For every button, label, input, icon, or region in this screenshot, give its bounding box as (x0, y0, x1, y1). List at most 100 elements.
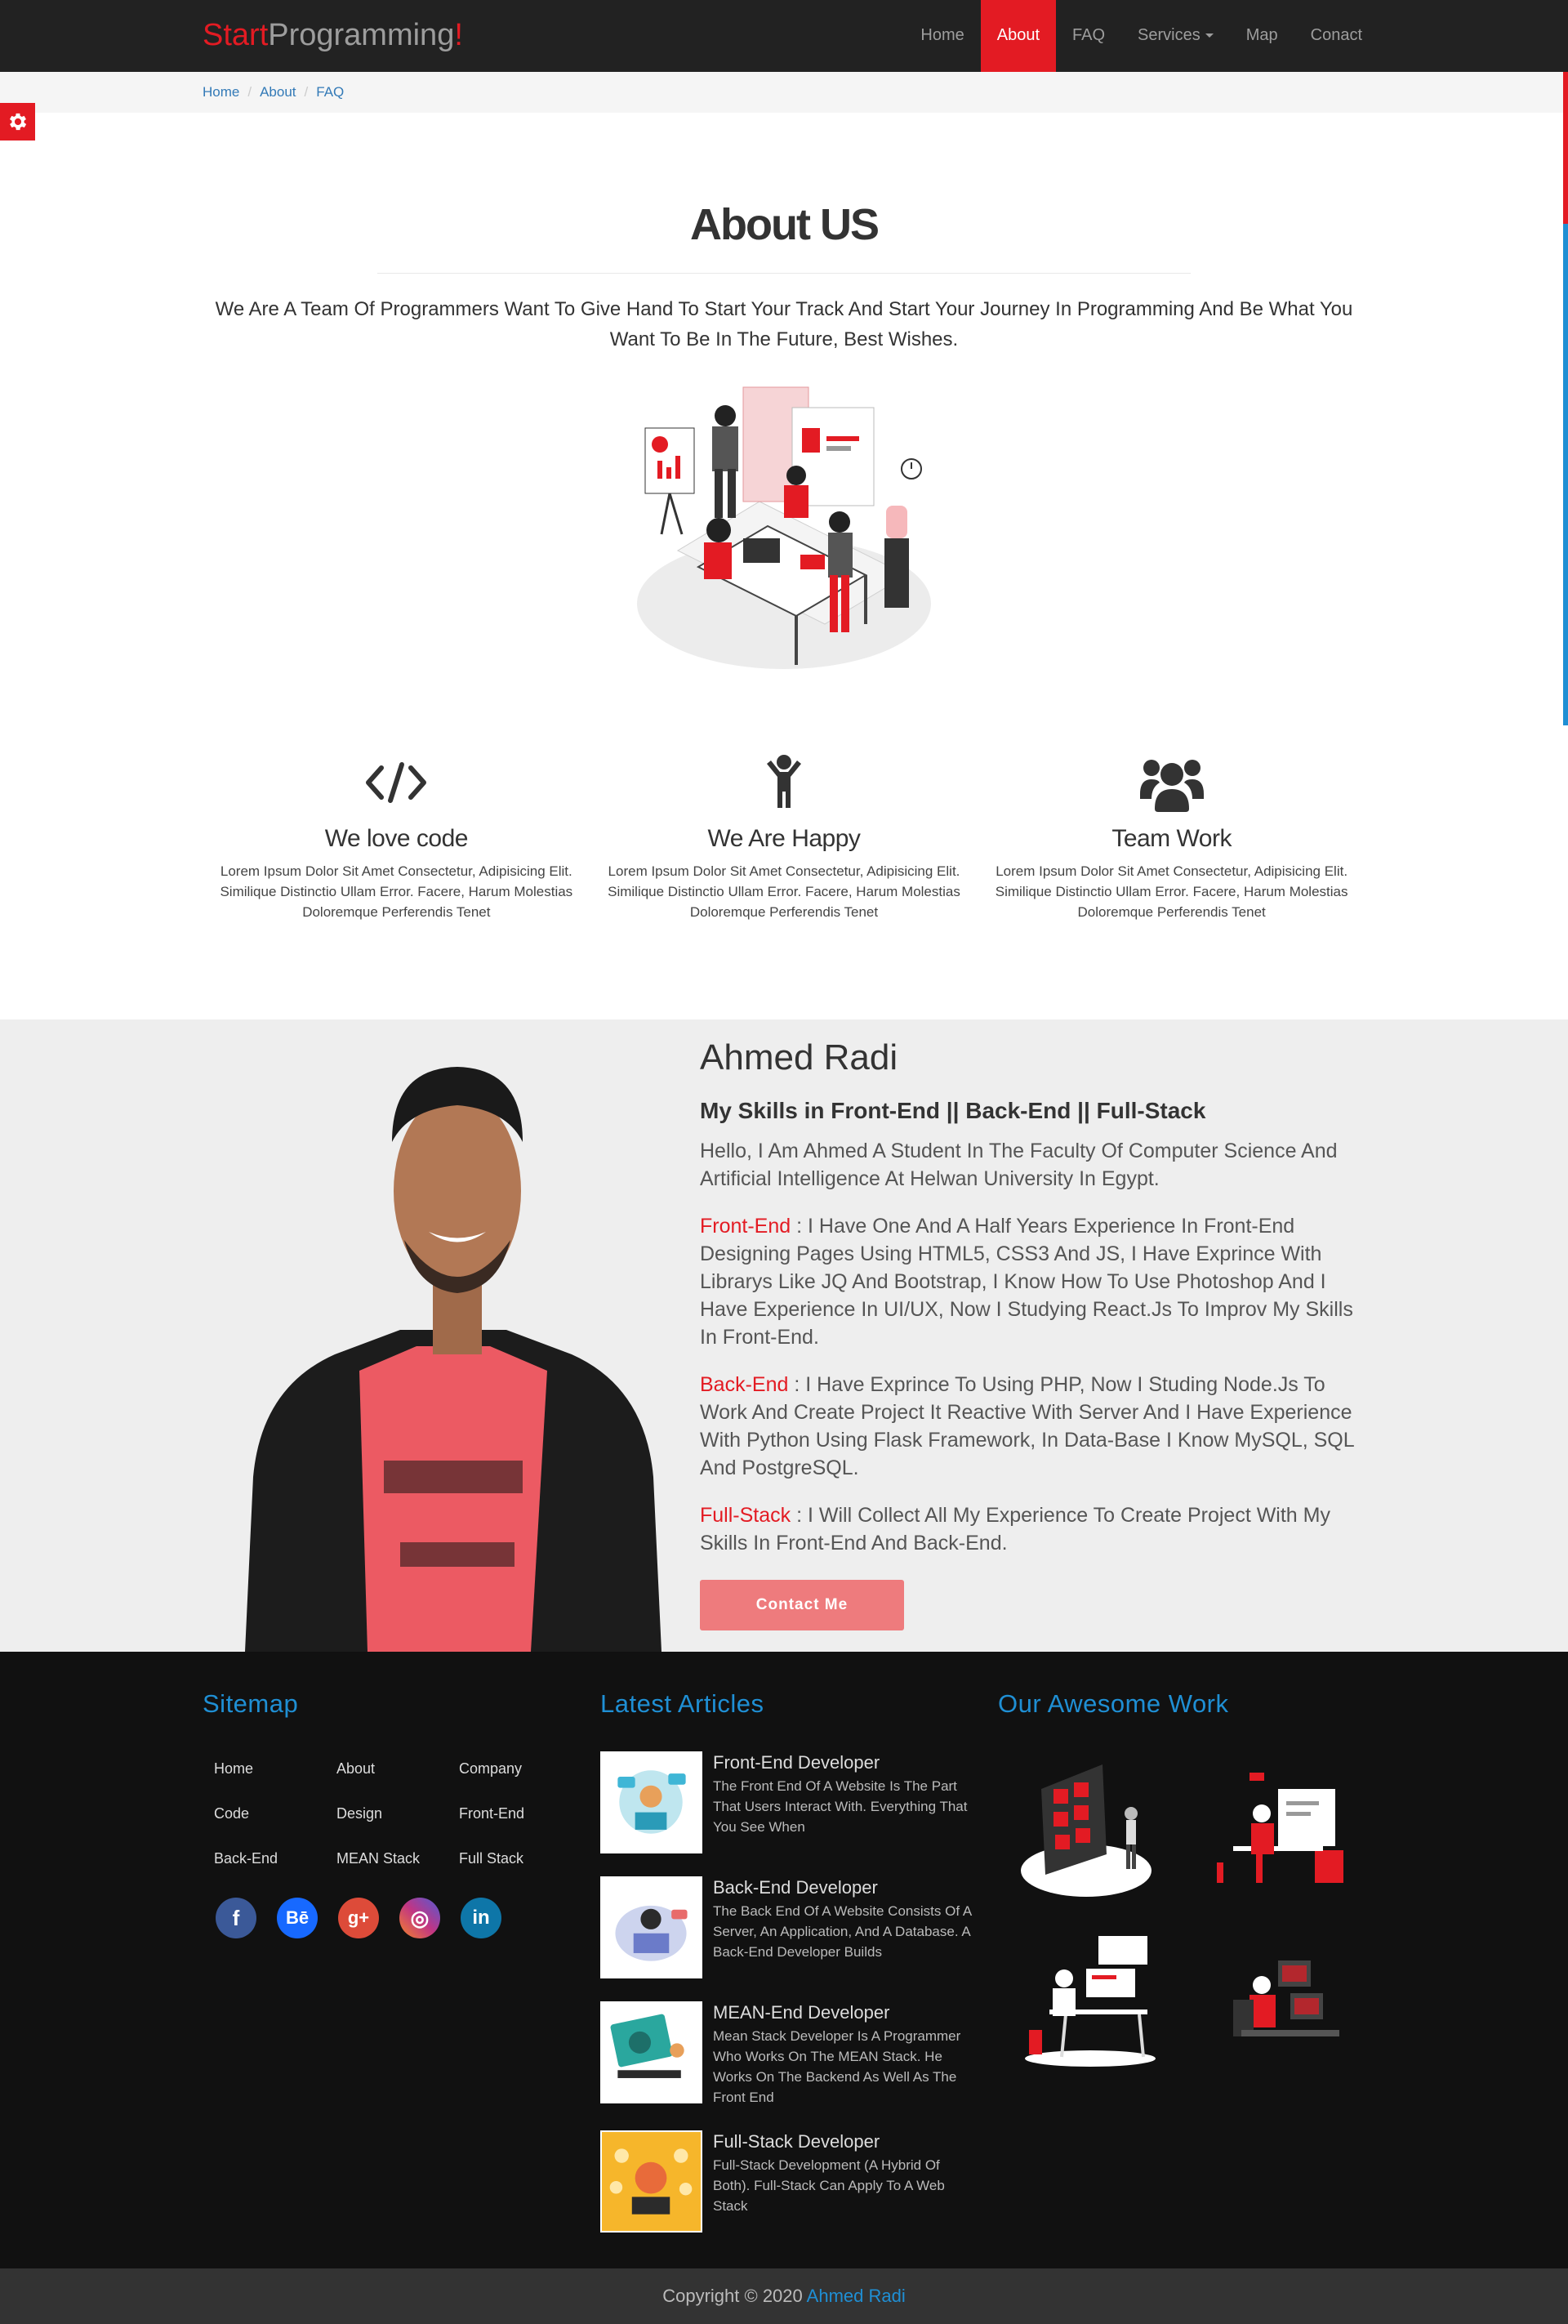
profile-frontend: Front-End : I Have One And A Half Years … (700, 1212, 1365, 1351)
contact-me-button[interactable]: Contact Me (700, 1580, 904, 1630)
feature-love-code: We love code Lorem Ipsum Dolor Sit Amet … (203, 752, 590, 931)
work-title: Our Awesome Work (998, 1689, 1229, 1718)
sitemap-link[interactable]: Company (459, 1760, 581, 1778)
article-text: Full-Stack Development (A Hybrid Of Both… (713, 2157, 945, 2214)
linkedin-icon[interactable]: in (461, 1898, 501, 1938)
profile-intro: Hello, I Am Ahmed A Student In The Facul… (700, 1140, 1338, 1190)
footer-sitemap: Sitemap Home About Company Code Design F… (203, 1689, 562, 1938)
feature-icon-wrap (209, 752, 584, 814)
feature-icon-wrap (597, 752, 972, 814)
brand-part-programming: Programming (268, 18, 455, 52)
features-row: We love code Lorem Ipsum Dolor Sit Amet … (203, 752, 1365, 931)
profile-section: Ahmed Radi My Skills in Front-End || Bac… (0, 1019, 1568, 1652)
frontend-text: : I Have One And A Half Years Experience… (700, 1215, 1353, 1349)
sitemap-link[interactable]: Full Stack (459, 1849, 581, 1868)
nav-contact[interactable]: Conact (1294, 0, 1379, 72)
nav-faq[interactable]: FAQ (1056, 0, 1121, 72)
frontend-label: Front-End (700, 1215, 791, 1238)
copyright-bar: Copyright © 2020 Ahmed Radi (0, 2268, 1568, 2324)
sitemap-link[interactable]: Design (336, 1804, 459, 1823)
work-item[interactable] (998, 1928, 1182, 2075)
team-meeting-illustration (637, 386, 931, 669)
work-gallery (998, 1756, 1365, 2075)
sitemap-link[interactable]: Home (214, 1760, 336, 1778)
child-icon (766, 755, 801, 808)
frontend-article-thumbnail (600, 1751, 702, 1853)
breadcrumb-about[interactable]: About (260, 84, 296, 100)
profile-backend: Back-End : I Have Exprince To Using PHP,… (700, 1371, 1365, 1482)
backend-article-thumbnail (600, 1876, 702, 1978)
profile-name: Ahmed Radi (700, 1037, 898, 1077)
nav-map[interactable]: Map (1230, 0, 1294, 72)
main-nav: Home About FAQ Services Map Conact (904, 0, 1379, 72)
article-title[interactable]: Front-End Developer (713, 1751, 976, 1774)
nav-home[interactable]: Home (904, 0, 980, 72)
fullstack-label: Full-Stack (700, 1504, 791, 1527)
workspace-illustration (1024, 1936, 1156, 2067)
breadcrumb-separator: / (304, 84, 309, 100)
settings-toggle-button[interactable] (0, 103, 35, 141)
articles-title: Latest Articles (600, 1689, 764, 1718)
brand-part-exclaim: ! (454, 18, 463, 52)
brand-logo[interactable]: StartProgramming! (203, 15, 463, 56)
article-item[interactable]: Back-End Developer The Back End Of A Web… (600, 1876, 976, 1978)
footer-articles: Latest Articles Front-End Developer The … (600, 1689, 976, 2233)
code-icon (366, 762, 427, 803)
breadcrumb-separator: / (247, 84, 252, 100)
nav-services[interactable]: Services (1121, 0, 1230, 72)
copyright-author-link[interactable]: Ahmed Radi (807, 2286, 906, 2306)
feature-happy: We Are Happy Lorem Ipsum Dolor Sit Amet … (590, 752, 978, 931)
footer: Sitemap Home About Company Code Design F… (0, 1652, 1568, 2268)
feature-icon-wrap (984, 752, 1359, 814)
developer-desk-illustration (1216, 1773, 1343, 1883)
feature-text: Lorem Ipsum Dolor Sit Amet Consectetur, … (608, 863, 960, 920)
copyright-text: Copyright © 2020 (662, 2286, 807, 2306)
gear-icon (9, 113, 26, 131)
title-divider (377, 273, 1191, 274)
feature-title: We Are Happy (707, 825, 861, 852)
nav-about[interactable]: About (980, 0, 1056, 72)
article-text: Mean Stack Developer Is A Programmer Who… (713, 2028, 961, 2105)
behance-icon[interactable]: Bē (277, 1898, 318, 1938)
google-plus-icon[interactable]: g+ (338, 1898, 379, 1938)
backend-text: : I Have Exprince To Using PHP, Now I St… (700, 1373, 1354, 1479)
profile-content: Ahmed Radi My Skills in Front-End || Bac… (700, 1036, 1365, 1630)
work-item[interactable] (998, 1756, 1182, 1903)
work-item[interactable] (1182, 1756, 1365, 1903)
sitemap-title: Sitemap (203, 1689, 299, 1718)
article-title[interactable]: Full-Stack Developer (713, 2130, 976, 2153)
article-body: MEAN-End Developer Mean Stack Developer … (713, 2001, 976, 2108)
article-title[interactable]: Back-End Developer (713, 1876, 976, 1899)
mean-article-thumbnail (600, 2001, 702, 2103)
feature-title: We love code (324, 825, 469, 852)
profile-fullstack: Full-Stack : I Will Collect All My Exper… (700, 1501, 1365, 1557)
feature-text: Lorem Ipsum Dolor Sit Amet Consectetur, … (995, 863, 1348, 920)
article-text: The Back End Of A Website Consists Of A … (713, 1903, 972, 1960)
article-body: Front-End Developer The Front End Of A W… (713, 1751, 976, 1853)
caret-down-icon (1205, 33, 1214, 38)
instagram-icon[interactable]: ◎ (399, 1898, 440, 1938)
fullstack-article-thumbnail (600, 2130, 702, 2233)
sitemap-link[interactable]: Back-End (214, 1849, 336, 1868)
sitemap-link[interactable]: About (336, 1760, 459, 1778)
facebook-icon[interactable]: f (216, 1898, 256, 1938)
backend-label: Back-End (700, 1373, 789, 1396)
sitemap-link[interactable]: Front-End (459, 1804, 581, 1823)
article-title[interactable]: MEAN-End Developer (713, 2001, 976, 2024)
breadcrumb-faq[interactable]: FAQ (316, 84, 344, 100)
feature-team-work: Team Work Lorem Ipsum Dolor Sit Amet Con… (978, 752, 1365, 931)
monitor-setup-illustration (1232, 1960, 1339, 2036)
about-description: We Are A Team Of Programmers Want To Giv… (215, 298, 1353, 350)
article-item[interactable]: Front-End Developer The Front End Of A W… (600, 1751, 976, 1853)
brand-part-start: Start (203, 18, 269, 52)
feature-text: Lorem Ipsum Dolor Sit Amet Consectetur, … (220, 863, 573, 920)
article-item[interactable]: MEAN-End Developer Mean Stack Developer … (600, 2001, 976, 2108)
sitemap-link[interactable]: MEAN Stack (336, 1849, 459, 1868)
article-item[interactable]: Full-Stack Developer Full-Stack Developm… (600, 2130, 976, 2233)
breadcrumb: Home / About / FAQ (203, 72, 344, 113)
work-item[interactable] (1182, 1928, 1365, 2075)
sitemap-link[interactable]: Code (214, 1804, 336, 1823)
profile-skills: My Skills in Front-End || Back-End || Fu… (700, 1098, 1206, 1123)
breadcrumb-home[interactable]: Home (203, 84, 239, 100)
article-body: Full-Stack Developer Full-Stack Developm… (713, 2130, 976, 2233)
